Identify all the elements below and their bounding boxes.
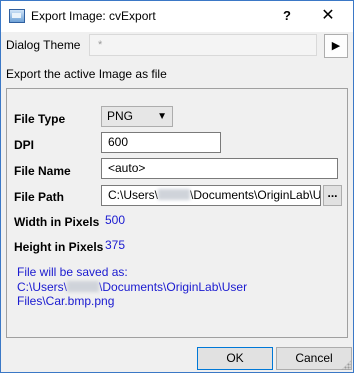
dialog-theme-field[interactable]: * (89, 34, 317, 56)
file-name-label: File Name (14, 164, 71, 178)
browse-button[interactable]: ... (323, 185, 342, 206)
dpi-input[interactable]: 600 (101, 132, 221, 153)
save-location-note: File will be saved as: C:\Users\ \Documen… (17, 265, 247, 309)
window-title: Export Image: cvExport (31, 9, 156, 23)
chevron-down-icon: ▼ (157, 111, 167, 122)
file-name-input[interactable]: <auto> (101, 158, 338, 179)
close-button[interactable]: ✕ (313, 4, 343, 28)
save-note-heading: File will be saved as: (17, 265, 128, 279)
file-path-label: File Path (14, 190, 65, 204)
cancel-button[interactable]: Cancel (276, 347, 352, 370)
dialog-description: Export the active Image as file (6, 67, 167, 81)
file-type-label: File Type (14, 112, 66, 126)
height-value: 375 (105, 238, 126, 252)
file-path-suffix: \Documents\OriginLab\U (190, 188, 321, 202)
dpi-label: DPI (14, 138, 35, 152)
dialog-theme-label: Dialog Theme (6, 38, 81, 52)
right-arrow-icon: ▶ (331, 40, 341, 52)
file-path-prefix: C:\Users\ (108, 188, 159, 202)
file-path-input[interactable]: C:\Users\ \Documents\OriginLab\U (101, 185, 321, 206)
export-image-icon (9, 9, 25, 23)
title-bar[interactable]: Export Image: cvExport ? ✕ (1, 1, 353, 32)
save-path-suffix: \Documents\OriginLab\User (99, 279, 248, 294)
theme-menu-button[interactable]: ▶ (324, 34, 348, 58)
ok-button[interactable]: OK (197, 347, 273, 370)
height-label: Height in Pixels (14, 240, 104, 254)
width-value: 500 (105, 213, 126, 227)
save-note-path-line: C:\Users\ \Documents\OriginLab\User (17, 280, 247, 295)
help-button[interactable]: ? (275, 6, 299, 26)
redacted-username (67, 280, 100, 292)
file-type-value: PNG (107, 109, 134, 123)
redacted-username (158, 189, 191, 200)
save-note-filename: Files\Car.bmp.png (17, 294, 115, 308)
save-path-prefix: C:\Users\ (17, 279, 68, 294)
file-type-select[interactable]: PNG ▼ (101, 106, 173, 127)
export-image-dialog: Export Image: cvExport ? ✕ Dialog Theme … (0, 0, 354, 373)
width-label: Width in Pixels (14, 215, 100, 229)
